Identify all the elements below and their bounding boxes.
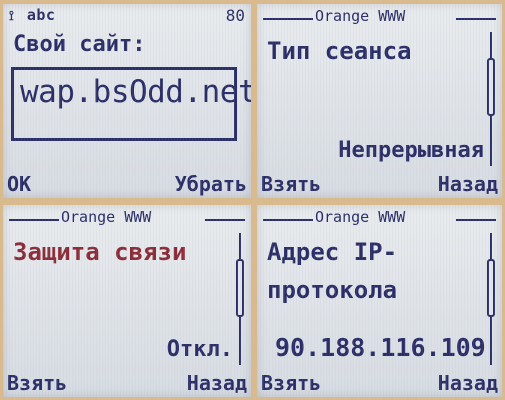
setting-value: Откл. [166, 337, 233, 362]
signal-icon: ⟟ [9, 9, 15, 24]
scrollbar-thumb[interactable] [236, 259, 244, 317]
panel-ip-address: Orange WWW Адрес IP- протокола 90.188.11… [257, 205, 502, 397]
ok-button[interactable]: OK [7, 172, 31, 196]
panel-connection-security: Orange WWW Защита связи Откл. Взять Наза… [3, 205, 251, 397]
panel-session-type: Orange WWW Тип сеанса Непрерывная Взять … [257, 4, 502, 198]
site-input-value: wap.bsOdd.net [20, 74, 251, 110]
site-input[interactable]: wap.bsOdd.net [11, 67, 251, 141]
title-line-right [456, 219, 496, 221]
panel-site-entry: ⟟ abc 80 Свой сайт: wap.bsOdd.net OK Убр… [3, 4, 251, 198]
scrollbar-thumb[interactable] [487, 58, 495, 116]
title-line-left [263, 18, 313, 20]
setting-value: Непрерывная [338, 138, 484, 163]
back-button[interactable]: Назад [187, 371, 247, 395]
back-button[interactable]: Назад [438, 172, 498, 196]
clear-button[interactable]: Убрать [175, 172, 247, 196]
scrollbar[interactable] [236, 233, 244, 365]
title-bar: Orange WWW [257, 208, 502, 227]
scrollbar-thumb[interactable] [487, 259, 495, 317]
carrier-label: Orange WWW [315, 7, 406, 25]
title-line-right [205, 219, 245, 221]
take-button[interactable]: Взять [261, 371, 321, 395]
setting-title: Защита связи [13, 238, 187, 266]
site-label: Свой сайт: [13, 32, 146, 57]
status-text: abc [26, 6, 56, 24]
title-bar: Orange WWW [3, 208, 251, 227]
battery-indicator: 80 [225, 6, 245, 25]
take-button[interactable]: Взять [261, 172, 321, 196]
status-bar: ⟟ abc [9, 6, 55, 24]
setting-title: Тип сеанса [267, 37, 412, 65]
title-line-left [9, 219, 59, 221]
scrollbar[interactable] [487, 233, 495, 365]
title-bar: Orange WWW [257, 7, 502, 26]
back-button[interactable]: Назад [438, 371, 498, 395]
ip-value: 90.188.116.109 [275, 333, 486, 362]
setting-title: Адрес IP- протокола [267, 238, 398, 304]
title-line-right [456, 18, 496, 20]
take-button[interactable]: Взять [7, 371, 67, 395]
carrier-label: Orange WWW [315, 208, 406, 226]
scrollbar[interactable] [487, 32, 495, 166]
title-line-left [263, 219, 313, 221]
carrier-label: Orange WWW [61, 208, 152, 226]
